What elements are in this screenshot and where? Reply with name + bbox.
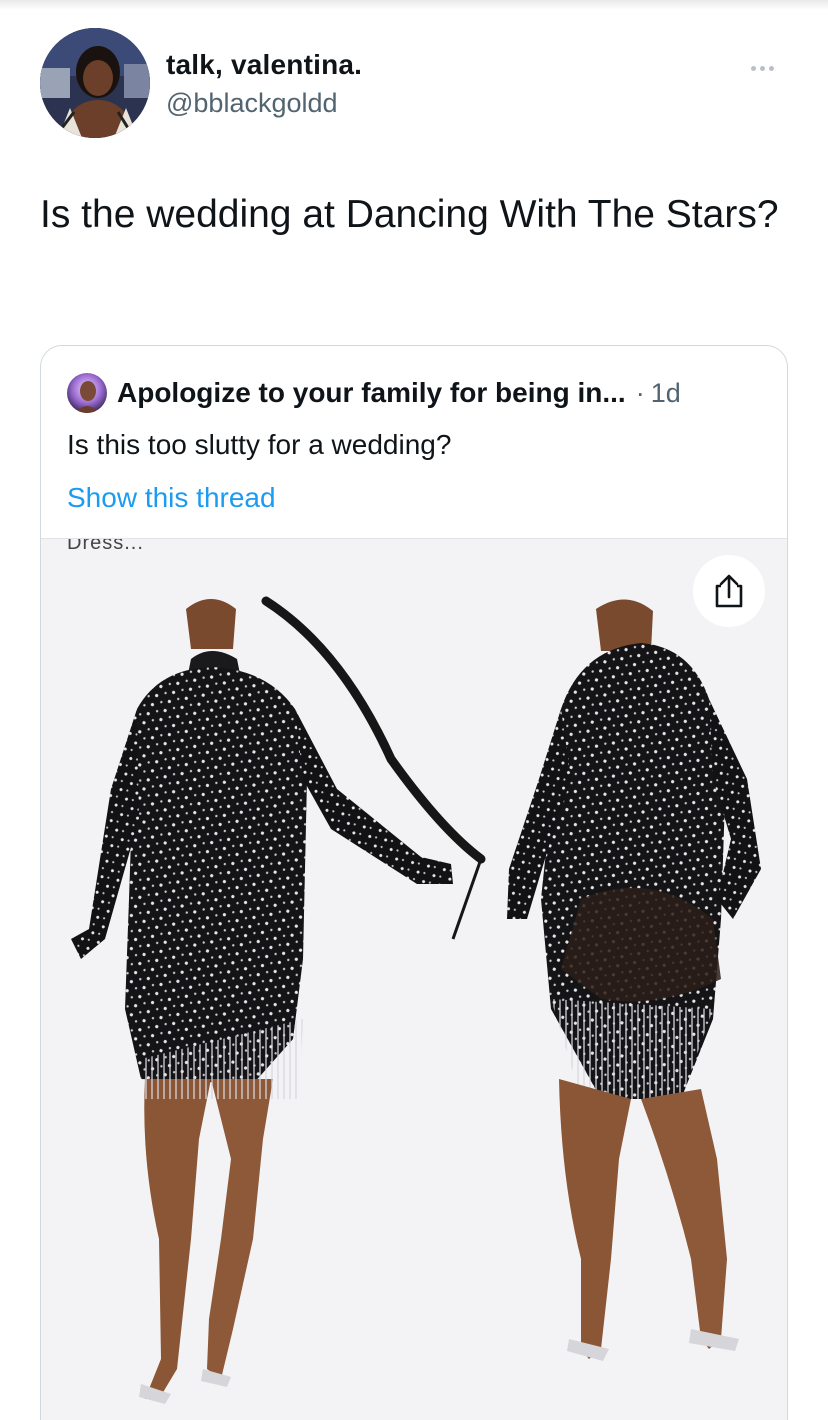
show-thread-link[interactable]: Show this thread xyxy=(67,479,276,517)
quoted-author-avatar[interactable] xyxy=(67,373,107,413)
author-avatar[interactable] xyxy=(40,28,150,138)
tweet-text: Is the wedding at Dancing With The Stars… xyxy=(40,193,779,236)
quoted-tweet-media[interactable]: Dress... xyxy=(41,538,787,1420)
model-front xyxy=(71,596,486,1404)
media-caption: Dress... xyxy=(67,538,144,554)
more-horizontal-icon[interactable] xyxy=(740,58,784,78)
tweet-header: talk, valentina. @bblackgoldd xyxy=(40,28,800,140)
quoted-tweet-header: Apologize to your family for being in...… xyxy=(67,372,681,414)
author-handle[interactable]: @bblackgoldd xyxy=(166,86,362,120)
quoted-tweet-text: Is this too slutty for a wedding? xyxy=(67,429,452,460)
author-display-name[interactable]: talk, valentina. xyxy=(166,48,362,82)
author-names: talk, valentina. @bblackgoldd xyxy=(166,48,362,120)
top-strip xyxy=(0,0,828,10)
share-icon[interactable] xyxy=(693,555,765,627)
quoted-tweet-time[interactable]: 1d xyxy=(651,378,681,409)
quoted-tweet-card[interactable]: Apologize to your family for being in...… xyxy=(40,345,788,1420)
quoted-author-name[interactable]: Apologize to your family for being in... xyxy=(117,377,626,409)
model-back xyxy=(507,599,761,1361)
time-separator: · xyxy=(635,377,645,408)
dress-photo xyxy=(71,596,761,1404)
